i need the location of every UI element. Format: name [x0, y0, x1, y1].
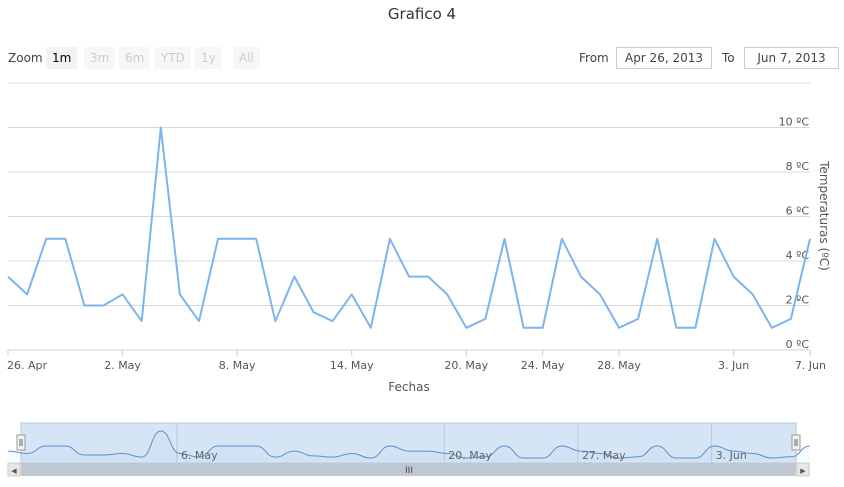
navigator-right-handle[interactable]	[791, 434, 801, 451]
navigator-left-handle[interactable]	[16, 434, 26, 451]
y-axis: 0 ºC2 ºC4 ºC6 ºC8 ºC10 ºC	[779, 116, 810, 352]
x-tick-label: 26. Apr	[7, 359, 47, 372]
chart-canvas: 26. Apr 2. May 8. May 14. May 20. May 24. May…	[7, 82, 831, 477]
navigator-tick-label: 20. May	[448, 449, 492, 462]
x-tick-label: 20. May	[444, 359, 488, 372]
y-axis-title: Temperaturas (ºC)	[817, 160, 831, 271]
scroll-left-arrow-icon: ◀	[11, 467, 17, 475]
gridlines	[8, 82, 810, 351]
x-tick-label: 24. May	[521, 359, 565, 372]
navigator-tick-label: 6. May	[181, 449, 218, 462]
navigator-tick-label: 27. May	[582, 449, 626, 462]
x-axis-title: Fechas	[388, 380, 429, 394]
x-axis: 26. Apr 2. May 8. May 14. May 20. May 24. May…	[7, 350, 826, 372]
series-line[interactable]	[7, 126, 811, 329]
y-tick-label: 8 ºC	[786, 160, 810, 173]
y-tick-label: 6 ºC	[786, 205, 810, 218]
navigator-tick-label: 3. Jun	[716, 449, 747, 462]
x-tick-label: 14. May	[330, 359, 374, 372]
x-tick-label: 28. May	[597, 359, 641, 372]
x-tick-label: 7. Jun	[795, 359, 826, 372]
scrollbar-grip: III	[405, 466, 413, 476]
x-tick-label: 3. Jun	[718, 359, 749, 372]
y-tick-label: 10 ºC	[779, 116, 810, 129]
y-tick-label: 0 ºC	[786, 338, 810, 351]
x-tick-label: 2. May	[104, 359, 141, 372]
x-tick-label: 8. May	[219, 359, 256, 372]
scroll-right-arrow-icon: ▶	[800, 467, 806, 475]
